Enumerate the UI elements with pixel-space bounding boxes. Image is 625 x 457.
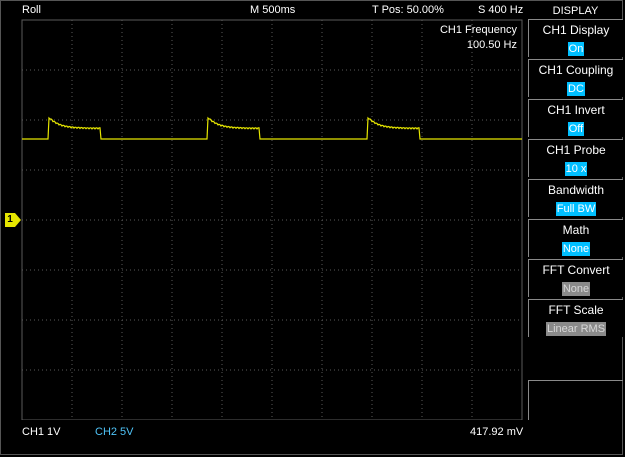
menu-item-bandwidth[interactable]: Bandwidth Full BW [528, 179, 623, 217]
menu-item-fft-scale[interactable]: FFT Scale Linear RMS [528, 299, 623, 337]
measurement-label: CH1 Frequency [439, 24, 517, 36]
display-menu: CH1 Display On CH1 Coupling DC CH1 Inver… [528, 19, 623, 419]
menu-item-math[interactable]: Math None [528, 219, 623, 257]
menu-title: DISPLAY [552, 5, 599, 17]
menu-item-ch1-display[interactable]: CH1 Display On [528, 19, 623, 57]
menu-item-label: CH1 Invert [547, 103, 605, 117]
menu-item-label: FFT Convert [542, 263, 610, 277]
ch2-scale: CH2 5V [95, 426, 134, 438]
menu-item-value: 10 x [564, 162, 588, 176]
menu-item-label: Math [562, 223, 590, 237]
menu-item-fft-convert[interactable]: FFT Convert None [528, 259, 623, 297]
waveform-display [21, 19, 523, 420]
menu-item-ch1-probe[interactable]: CH1 Probe 10 x [528, 139, 623, 177]
frequency-measurement: CH1 Frequency 100.50 Hz [440, 23, 517, 53]
menu-item-value: On [567, 42, 585, 56]
menu-item-value: None [561, 242, 591, 256]
graticule [21, 19, 523, 420]
menu-item-label: CH1 Coupling [538, 63, 614, 77]
ch1-ground-marker[interactable]: 1 [5, 213, 21, 227]
menu-item-label: FFT Scale [548, 303, 604, 317]
menu-item-ch1-invert[interactable]: CH1 Invert Off [528, 99, 623, 137]
menu-item-label: CH1 Probe [546, 143, 606, 157]
menu-item-value: None [561, 282, 591, 296]
channel-status-bar: CH1 1V CH2 5V 417.92 mV [0, 420, 528, 440]
menu-item-value: Linear RMS [545, 322, 607, 336]
menu-item-label: Bandwidth [547, 183, 605, 197]
menu-item-value: Off [567, 122, 585, 136]
cursor-value: 417.92 mV [470, 426, 524, 438]
menu-item-value: DC [567, 82, 585, 96]
menu-item-ch1-coupling[interactable]: CH1 Coupling DC [528, 59, 623, 97]
menu-item-label: CH1 Display [542, 23, 610, 37]
measurement-value: 100.50 Hz [466, 39, 517, 51]
ch1-scale: CH1 1V [22, 426, 61, 438]
menu-item-value: Full BW [555, 202, 597, 216]
menu-empty-slot [528, 380, 623, 420]
